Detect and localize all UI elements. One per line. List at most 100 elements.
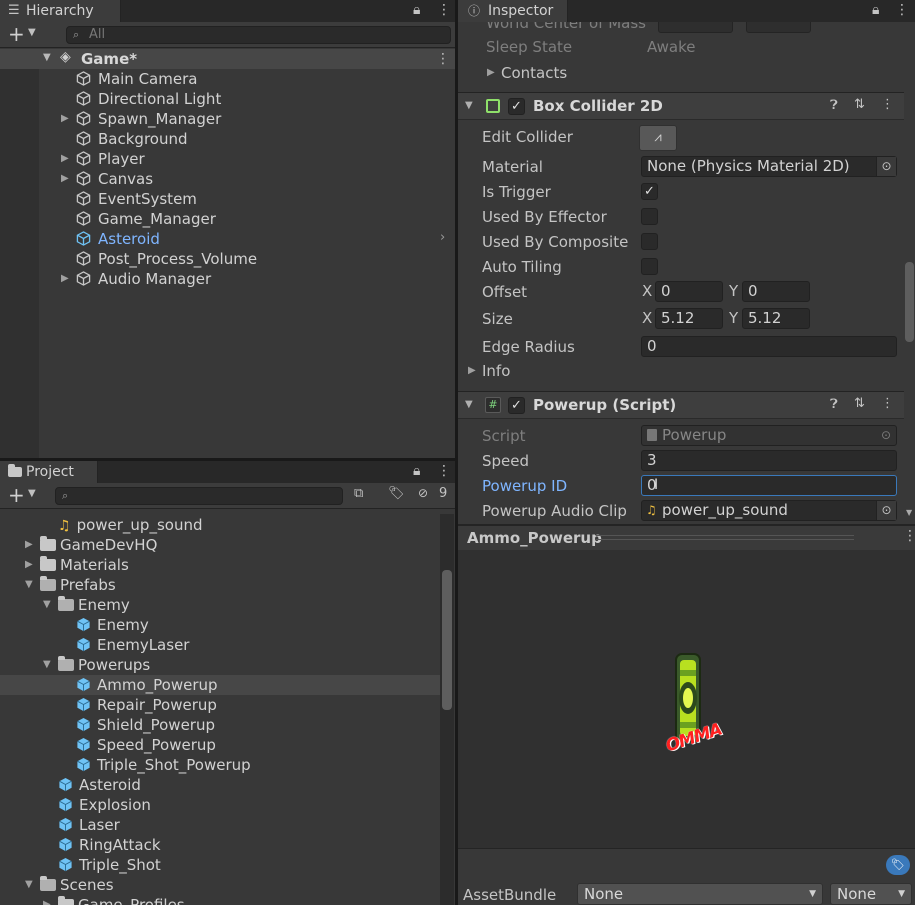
chevron-down-icon[interactable]: ▼: [43, 52, 51, 63]
scene-row[interactable]: ▼ ◈ Game* ⋮: [0, 49, 455, 69]
hierarchy-item[interactable]: Game_Manager: [0, 209, 455, 229]
size-x-field[interactable]: 5.12: [655, 308, 723, 329]
project-item[interactable]: RingAttack: [0, 835, 440, 855]
component-menu-icon[interactable]: ⋮: [881, 396, 894, 411]
chevron-right-icon[interactable]: ▶: [43, 895, 53, 905]
hierarchy-item[interactable]: ▶ Audio Manager: [0, 269, 455, 289]
lock-icon[interactable]: 🔒︎: [872, 2, 879, 18]
chevron-down-icon[interactable]: ▼: [28, 488, 36, 499]
horizontal-splitter[interactable]: [0, 458, 455, 461]
scene-menu-icon[interactable]: ⋮: [436, 49, 450, 69]
kebab-menu-icon[interactable]: ⋮: [437, 2, 451, 18]
project-scrollbar[interactable]: [440, 514, 454, 905]
vertical-splitter[interactable]: [455, 0, 458, 905]
hierarchy-item[interactable]: ▶ Canvas: [0, 169, 455, 189]
edit-collider-button[interactable]: ⩘: [639, 125, 677, 151]
size-y-field[interactable]: 5.12: [742, 308, 810, 329]
component-menu-icon[interactable]: ⋮: [881, 97, 894, 112]
filter-by-type-icon[interactable]: ⧉: [354, 486, 363, 501]
tab-project[interactable]: Project: [0, 461, 98, 483]
chevron-down-icon[interactable]: ▼: [43, 655, 53, 675]
chevron-down-icon[interactable]: ▼: [28, 27, 36, 38]
hierarchy-item[interactable]: Directional Light: [0, 89, 455, 109]
inspector-scroll-thumb[interactable]: [905, 262, 914, 342]
presets-icon[interactable]: ⇅: [854, 97, 865, 112]
used-by-composite-checkbox[interactable]: [641, 233, 658, 250]
project-item[interactable]: Repair_Powerup: [0, 695, 440, 715]
chevron-right-icon[interactable]: ▶: [25, 535, 35, 555]
object-picker-icon[interactable]: ⊙: [876, 157, 896, 176]
project-item[interactable]: ▼ Powerups: [0, 655, 440, 675]
audio-clip-field[interactable]: ♫ power_up_sound ⊙: [641, 500, 897, 521]
powerup-script-header[interactable]: ▼ # ✓ Powerup (Script) ❓︎ ⇅ ⋮: [458, 391, 904, 419]
help-icon[interactable]: ❓︎: [830, 397, 838, 412]
presets-icon[interactable]: ⇅: [854, 396, 865, 411]
hierarchy-item[interactable]: Main Camera: [0, 69, 455, 89]
project-item[interactable]: Ammo_Powerup: [0, 675, 440, 695]
project-item[interactable]: ▼ Prefabs: [0, 575, 440, 595]
is-trigger-checkbox[interactable]: ✓: [641, 183, 658, 200]
project-item[interactable]: Triple_Shot_Powerup: [0, 755, 440, 775]
edge-radius-field[interactable]: 0: [641, 336, 897, 357]
offset-y-field[interactable]: 0: [742, 281, 810, 302]
project-item[interactable]: ▼ Scenes: [0, 875, 440, 895]
chevron-down-icon[interactable]: ▼: [43, 595, 53, 615]
project-item[interactable]: Triple_Shot: [0, 855, 440, 875]
project-search-input[interactable]: ⌕: [55, 487, 343, 505]
lock-icon[interactable]: 🔒︎: [413, 2, 420, 18]
foldout-down-icon[interactable]: ▼: [465, 399, 473, 410]
preview-menu-icon[interactable]: ⋮: [903, 528, 915, 544]
chevron-down-icon[interactable]: ▼: [25, 575, 35, 595]
project-item[interactable]: ▶ Game_Profiles: [0, 895, 440, 905]
tab-inspector[interactable]: ⓘ Inspector: [458, 0, 568, 22]
assetbundle-dropdown[interactable]: None ▼: [577, 883, 823, 905]
chevron-down-icon[interactable]: ▼: [25, 875, 35, 895]
project-item[interactable]: Shield_Powerup: [0, 715, 440, 735]
powerup-id-field[interactable]: 0 I: [641, 475, 897, 496]
size-y-label[interactable]: Y: [729, 309, 738, 327]
assetbundle-variant-dropdown[interactable]: None ▼: [830, 883, 912, 905]
chevron-right-icon[interactable]: ▶: [61, 169, 71, 189]
contacts-foldout-icon[interactable]: ▶: [487, 67, 495, 78]
hierarchy-item[interactable]: EventSystem: [0, 189, 455, 209]
preview-header[interactable]: Ammo_Powerup ⋮: [458, 524, 915, 550]
project-scroll-thumb[interactable]: [442, 570, 452, 710]
size-x-label[interactable]: X: [642, 309, 652, 327]
project-item[interactable]: ♫ power_up_sound: [0, 515, 440, 535]
foldout-down-icon[interactable]: ▼: [465, 100, 473, 111]
tab-hierarchy[interactable]: ☰ Hierarchy: [0, 0, 121, 22]
used-by-effector-checkbox[interactable]: [641, 208, 658, 225]
offset-x-field[interactable]: 0: [655, 281, 723, 302]
hierarchy-item[interactable]: ▶ Spawn_Manager: [0, 109, 455, 129]
kebab-menu-icon[interactable]: ⋮: [437, 463, 451, 479]
lock-icon[interactable]: 🔒︎: [413, 463, 420, 479]
material-field[interactable]: None (Physics Material 2D) ⊙: [641, 156, 897, 177]
asset-label-icon[interactable]: 🏷︎: [886, 855, 910, 875]
create-plus-icon[interactable]: +: [8, 23, 25, 45]
project-item[interactable]: EnemyLaser: [0, 635, 440, 655]
hierarchy-item[interactable]: Post_Process_Volume: [0, 249, 455, 269]
filter-by-label-icon[interactable]: 🏷︎: [388, 486, 405, 501]
chevron-right-icon[interactable]: ▶: [61, 269, 71, 289]
hierarchy-item[interactable]: Background: [0, 129, 455, 149]
box-collider-enabled-checkbox[interactable]: ✓: [508, 98, 525, 115]
hierarchy-search-input[interactable]: ⌕ All: [66, 26, 451, 44]
powerup-enabled-checkbox[interactable]: ✓: [508, 397, 525, 414]
project-item[interactable]: ▼ Enemy: [0, 595, 440, 615]
scroll-down-arrow-icon[interactable]: ▼: [906, 508, 912, 517]
create-plus-icon[interactable]: +: [8, 484, 25, 506]
chevron-right-icon[interactable]: ▶: [61, 109, 71, 129]
hidden-packages-icon[interactable]: ⊘: [418, 486, 428, 500]
project-item[interactable]: ▶ Materials: [0, 555, 440, 575]
inspector-scrollbar[interactable]: ▼: [904, 22, 915, 520]
offset-x-label[interactable]: X: [642, 282, 652, 300]
offset-y-label[interactable]: Y: [729, 282, 738, 300]
project-item[interactable]: Enemy: [0, 615, 440, 635]
info-label[interactable]: Info: [482, 362, 510, 380]
object-picker-icon[interactable]: ⊙: [876, 501, 896, 520]
project-item[interactable]: Asteroid: [0, 775, 440, 795]
chevron-right-icon[interactable]: ›: [440, 230, 445, 245]
kebab-menu-icon[interactable]: ⋮: [895, 2, 909, 18]
box-collider-header[interactable]: ▼ ✓ Box Collider 2D ❓︎ ⇅ ⋮: [458, 92, 904, 120]
project-item[interactable]: Laser: [0, 815, 440, 835]
